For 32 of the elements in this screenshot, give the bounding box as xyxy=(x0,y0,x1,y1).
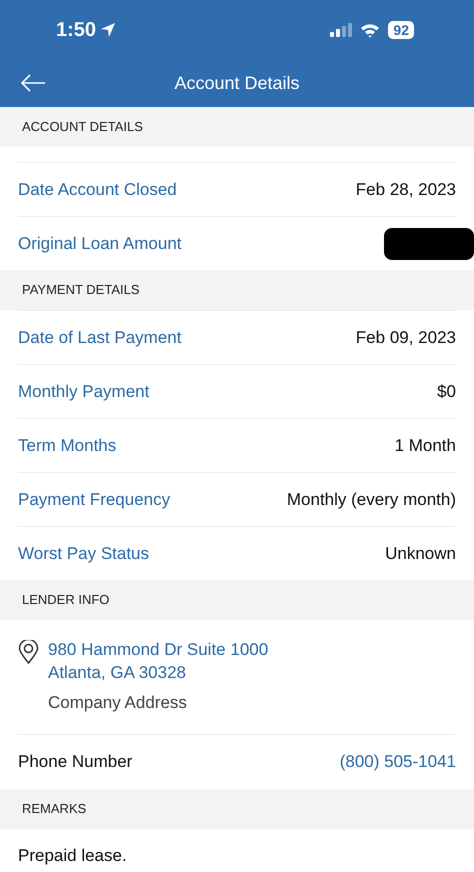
phone-label: Phone Number xyxy=(18,750,132,773)
location-pin-icon xyxy=(18,640,39,664)
wifi-icon xyxy=(360,22,380,38)
phone-link[interactable]: (800) 505-1041 xyxy=(340,748,456,774)
back-button[interactable] xyxy=(20,72,46,94)
back-arrow-icon xyxy=(20,73,46,93)
field-label: Worst Pay Status xyxy=(18,542,150,565)
field-value: Monthly (every month) xyxy=(286,488,456,511)
section-header: LENDER INFO xyxy=(0,580,474,620)
field-label: Date Account Closed xyxy=(18,178,177,201)
address-line[interactable]: 980 Hammond Dr Suite 1000 xyxy=(48,638,268,661)
field-label: Term Months xyxy=(18,434,116,457)
battery-indicator: 92 xyxy=(388,21,414,39)
address-label: Company Address xyxy=(48,692,188,714)
field-value: 1 Month xyxy=(394,434,456,457)
field-value: Feb 28, 2023 xyxy=(356,178,456,201)
signal-icon xyxy=(330,23,352,37)
field-label: Date of Last Payment xyxy=(18,326,182,349)
section-header: ACCOUNT DETAILS xyxy=(0,107,474,147)
section-header: PAYMENT DETAILS xyxy=(0,270,474,310)
field-label: Original Loan Amount xyxy=(18,232,182,255)
clock-time: 1:50 xyxy=(56,18,96,43)
address-line[interactable]: Atlanta, GA 30328 xyxy=(48,661,268,684)
location-arrow-icon xyxy=(100,22,116,38)
section-header: REMARKS xyxy=(0,788,474,828)
field-value: Unknown xyxy=(385,542,456,565)
field-value: $0 xyxy=(437,380,456,403)
screen-title: Account Details xyxy=(174,73,300,93)
field-label: Monthly Payment xyxy=(18,380,150,403)
field-value: Feb 09, 2023 xyxy=(356,326,456,349)
remarks-text: Prepaid lease. xyxy=(18,846,127,864)
field-label: Payment Frequency xyxy=(18,488,170,511)
